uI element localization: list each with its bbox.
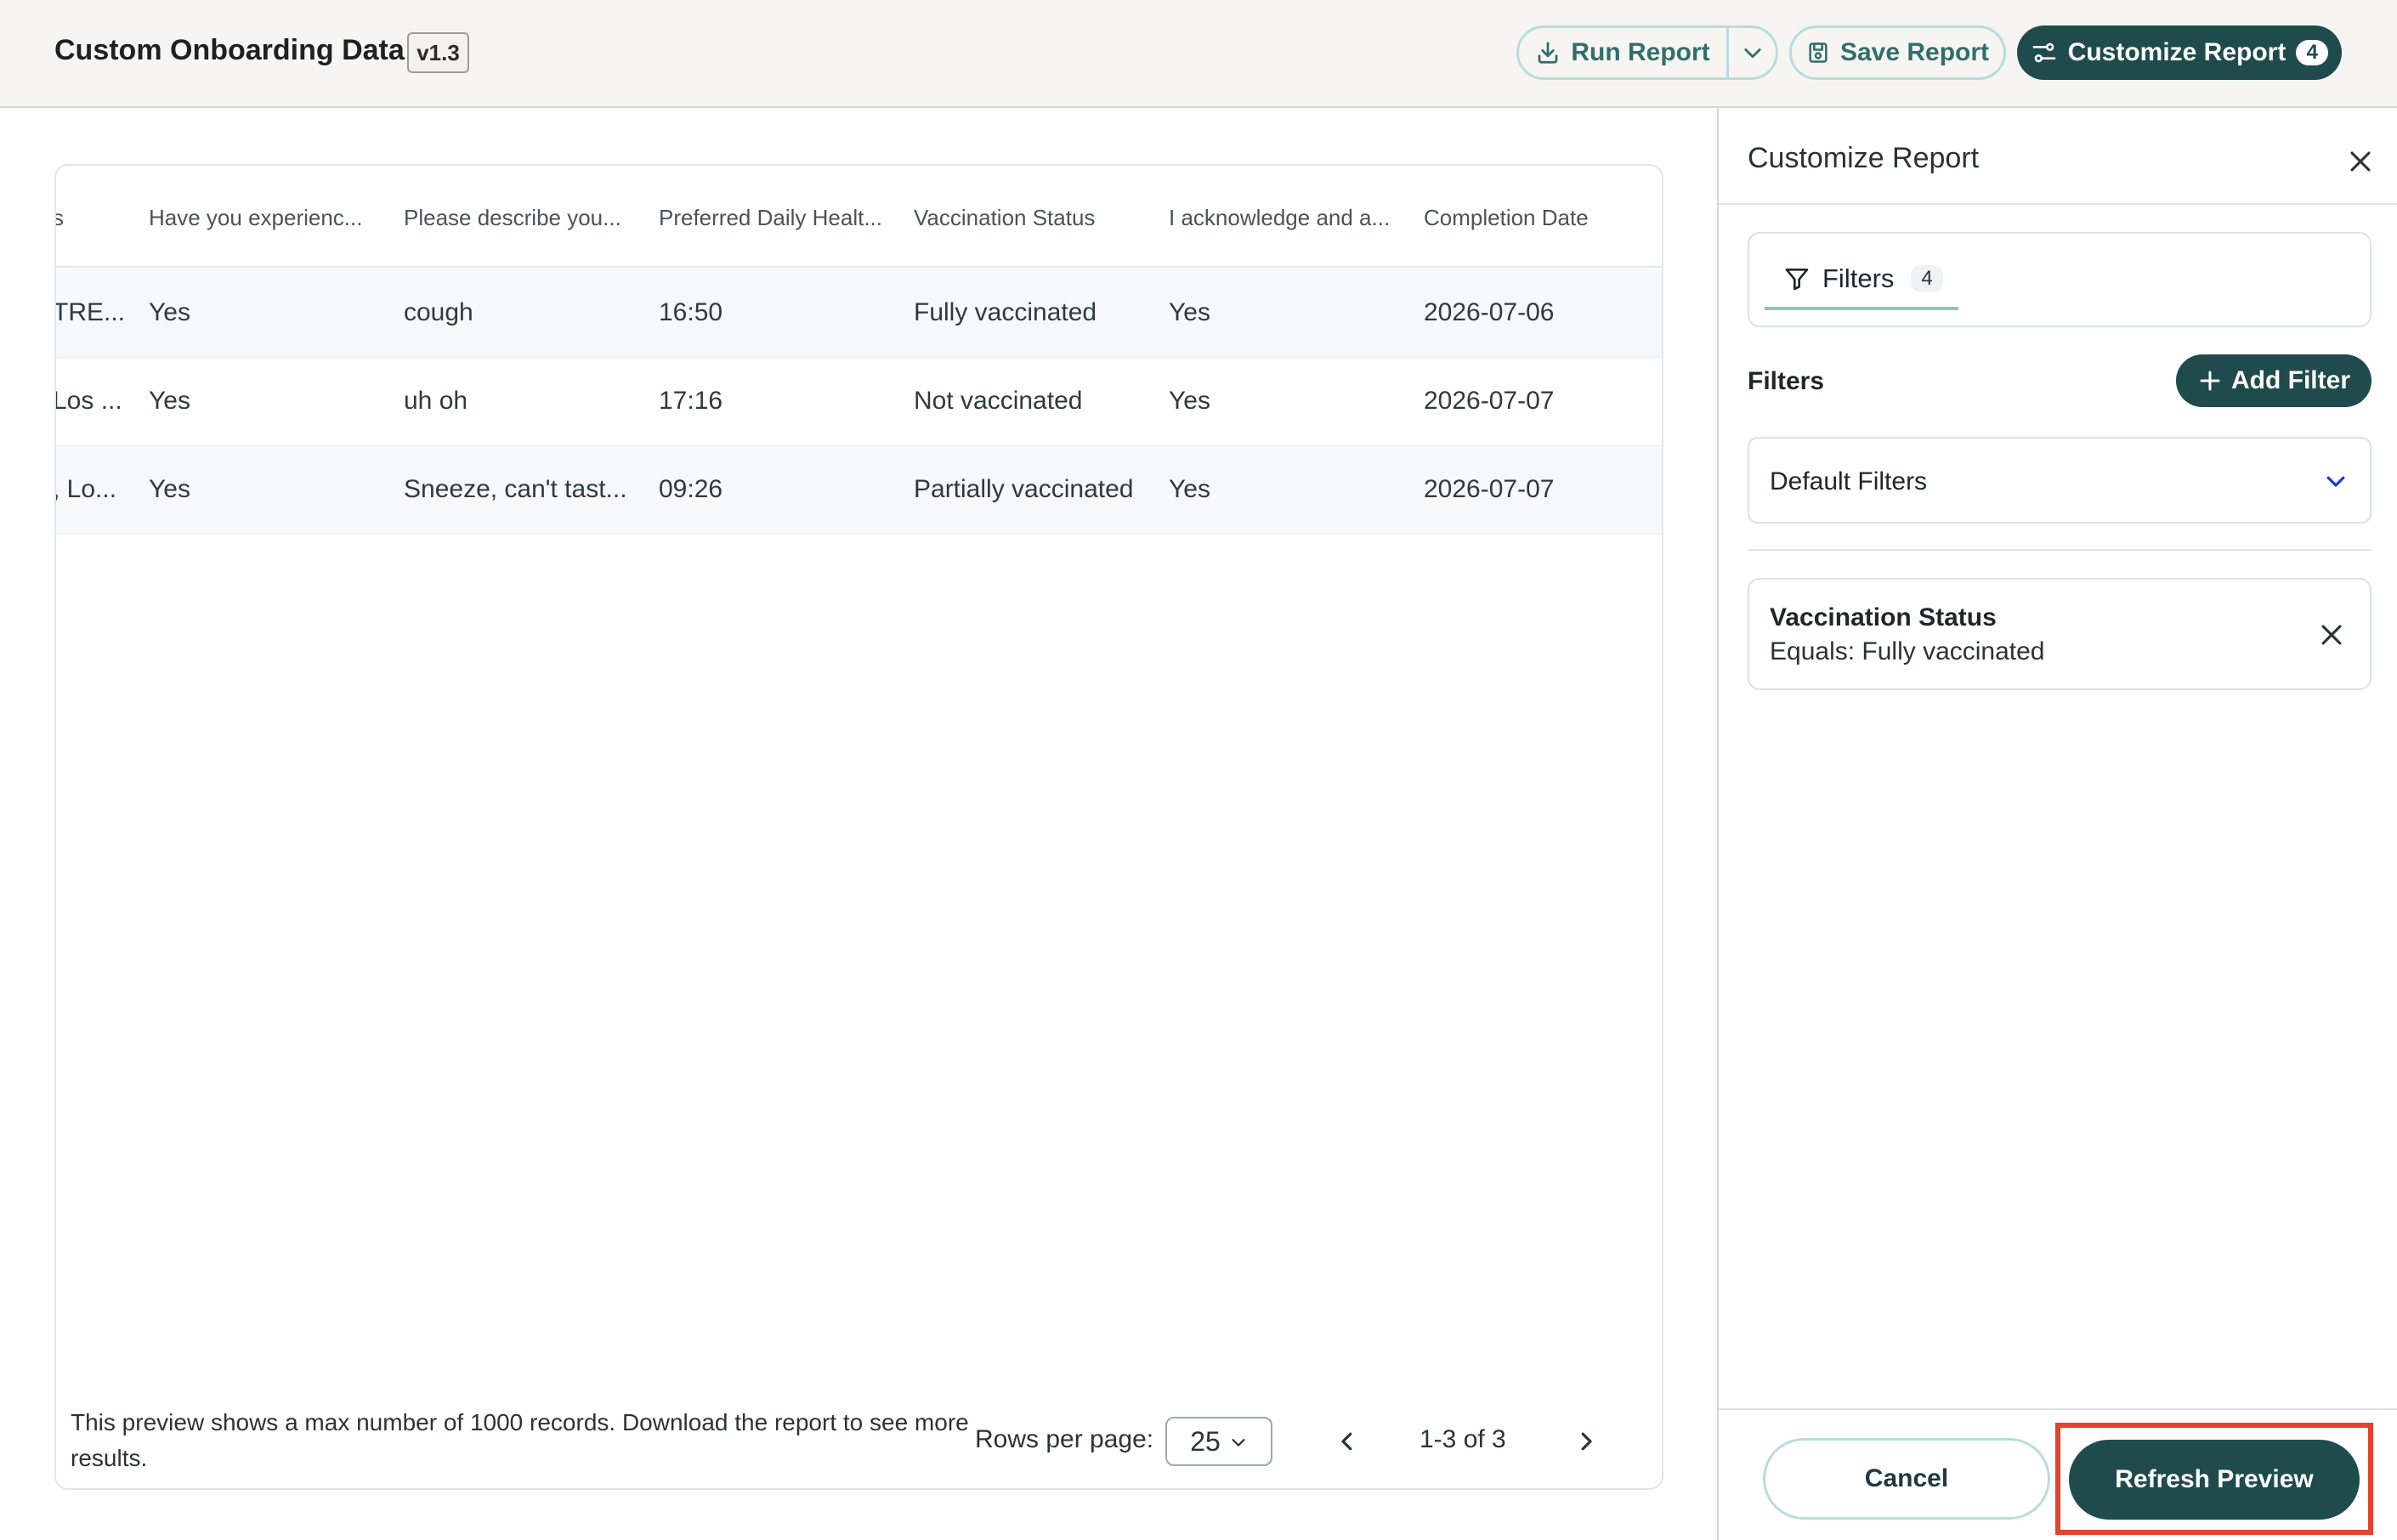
table-cell: 2026-07-06 bbox=[1424, 298, 1555, 326]
add-filter-label: Add Filter bbox=[2231, 366, 2350, 394]
plus-icon bbox=[2197, 368, 2223, 393]
save-report-label: Save Report bbox=[1839, 38, 1990, 66]
table-cell: Partially vaccinated bbox=[914, 475, 1134, 503]
filter-card[interactable]: Vaccination Status Equals: Fully vaccina… bbox=[1748, 578, 2372, 690]
table-cell-partial: , Lo... bbox=[54, 475, 117, 503]
table-cell: Yes bbox=[1169, 475, 1210, 503]
table-cell: 2026-07-07 bbox=[1424, 387, 1555, 415]
table-cell: Not vaccinated bbox=[914, 387, 1083, 415]
table-row[interactable]: TRE... Yes cough 16:50 Fully vaccinated … bbox=[56, 269, 1662, 358]
customize-report-panel: Customize Report Filters 4 Filters Add F… bbox=[1717, 108, 2397, 1540]
save-report-button[interactable]: Save Report bbox=[1789, 25, 2006, 80]
default-filters-label: Default Filters bbox=[1770, 467, 1928, 495]
refresh-preview-button[interactable]: Refresh Preview bbox=[2069, 1440, 2360, 1520]
table-cell: Yes bbox=[149, 298, 190, 326]
next-page-button[interactable] bbox=[1565, 1418, 1607, 1464]
table-cell: Sneeze, can't tast... bbox=[404, 475, 627, 503]
column-header[interactable]: I acknowledge and a... bbox=[1169, 205, 1390, 231]
download-icon bbox=[1535, 40, 1561, 65]
close-icon bbox=[2346, 147, 2375, 176]
rows-per-page-select[interactable]: 25 bbox=[1165, 1417, 1272, 1466]
customize-report-button[interactable]: Customize Report 4 bbox=[2017, 25, 2342, 80]
pagination-info: 1-3 of 3 bbox=[1420, 1425, 1506, 1453]
run-report-button[interactable]: Run Report bbox=[1519, 28, 1729, 77]
previous-page-button[interactable] bbox=[1326, 1418, 1368, 1464]
column-header[interactable]: Completion Date bbox=[1424, 205, 1589, 231]
add-filter-button[interactable]: Add Filter bbox=[2176, 354, 2372, 407]
column-header[interactable]: Preferred Daily Healt... bbox=[659, 205, 882, 231]
column-header-partial[interactable]: s bbox=[56, 205, 64, 231]
table-cell: 09:26 bbox=[659, 475, 723, 503]
filter-icon bbox=[1783, 265, 1810, 292]
default-filters-accordion[interactable]: Default Filters bbox=[1748, 437, 2372, 524]
chevron-down-icon bbox=[1229, 1432, 1248, 1451]
tab-filters-count: 4 bbox=[1911, 265, 1943, 292]
cancel-button[interactable]: Cancel bbox=[1763, 1438, 2050, 1520]
table-cell: Yes bbox=[149, 387, 190, 415]
filter-name: Vaccination Status bbox=[1770, 603, 1997, 631]
column-header[interactable]: Please describe you... bbox=[404, 205, 621, 231]
table-cell: uh oh bbox=[404, 387, 468, 415]
table-cell-partial: Los ... bbox=[54, 387, 122, 415]
table-header: s Have you experienc... Please describe … bbox=[56, 166, 1662, 268]
remove-filter-button[interactable] bbox=[2310, 614, 2353, 656]
sliders-icon bbox=[2031, 39, 2058, 66]
chevron-down-icon bbox=[1741, 41, 1765, 65]
table-row[interactable]: , Lo... Yes Sneeze, can't tast... 09:26 … bbox=[56, 446, 1662, 535]
table-cell: 17:16 bbox=[659, 387, 723, 415]
divider bbox=[1748, 549, 2372, 551]
tab-bar: Filters 4 bbox=[1748, 232, 2372, 327]
chevron-down-icon bbox=[2319, 464, 2353, 498]
filters-heading: Filters bbox=[1748, 367, 1825, 395]
top-header: Custom Onboarding Data v1.3 Run Report S… bbox=[0, 0, 2397, 108]
tab-filters[interactable]: Filters 4 bbox=[1765, 251, 1958, 310]
column-header[interactable]: Vaccination Status bbox=[914, 205, 1095, 231]
rows-per-page-value: 25 bbox=[1190, 1425, 1221, 1457]
report-preview-table: s Have you experienc... Please describe … bbox=[54, 164, 1663, 1490]
rows-per-page-label: Rows per page: bbox=[975, 1425, 1154, 1453]
table-cell-partial: TRE... bbox=[54, 298, 126, 326]
preview-limit-note: This preview shows a max number of 1000 … bbox=[71, 1409, 969, 1471]
divider bbox=[1719, 1408, 2397, 1410]
customize-count-badge: 4 bbox=[2296, 40, 2329, 65]
filter-condition: Equals: Fully vaccinated bbox=[1770, 637, 2045, 665]
save-icon bbox=[1806, 41, 1830, 65]
run-report-label: Run Report bbox=[1571, 38, 1710, 66]
table-cell: Yes bbox=[1169, 298, 1210, 326]
chevron-left-icon bbox=[1334, 1429, 1360, 1454]
table-cell: Yes bbox=[1169, 387, 1210, 415]
table-cell: Fully vaccinated bbox=[914, 298, 1097, 326]
version-badge: v1.3 bbox=[407, 32, 469, 73]
close-icon bbox=[2321, 625, 2342, 645]
run-report-group: Run Report bbox=[1516, 25, 1778, 80]
table-cell: 2026-07-07 bbox=[1424, 475, 1555, 503]
column-header[interactable]: Have you experienc... bbox=[149, 205, 362, 231]
tab-filters-label: Filters bbox=[1822, 263, 1895, 293]
table-row[interactable]: Los ... Yes uh oh 17:16 Not vaccinated Y… bbox=[56, 358, 1662, 446]
chevron-right-icon bbox=[1573, 1429, 1599, 1454]
report-title: Custom Onboarding Data bbox=[54, 34, 405, 66]
customize-report-label: Customize Report bbox=[2067, 38, 2286, 66]
close-panel-button[interactable] bbox=[2339, 140, 2382, 183]
divider bbox=[1719, 203, 2397, 205]
table-cell: 16:50 bbox=[659, 298, 723, 326]
panel-title: Customize Report bbox=[1748, 142, 1980, 174]
run-report-dropdown[interactable] bbox=[1729, 28, 1776, 77]
refresh-preview-highlight: Refresh Preview bbox=[2055, 1423, 2373, 1535]
table-cell: cough bbox=[404, 298, 473, 326]
table-cell: Yes bbox=[149, 475, 190, 503]
